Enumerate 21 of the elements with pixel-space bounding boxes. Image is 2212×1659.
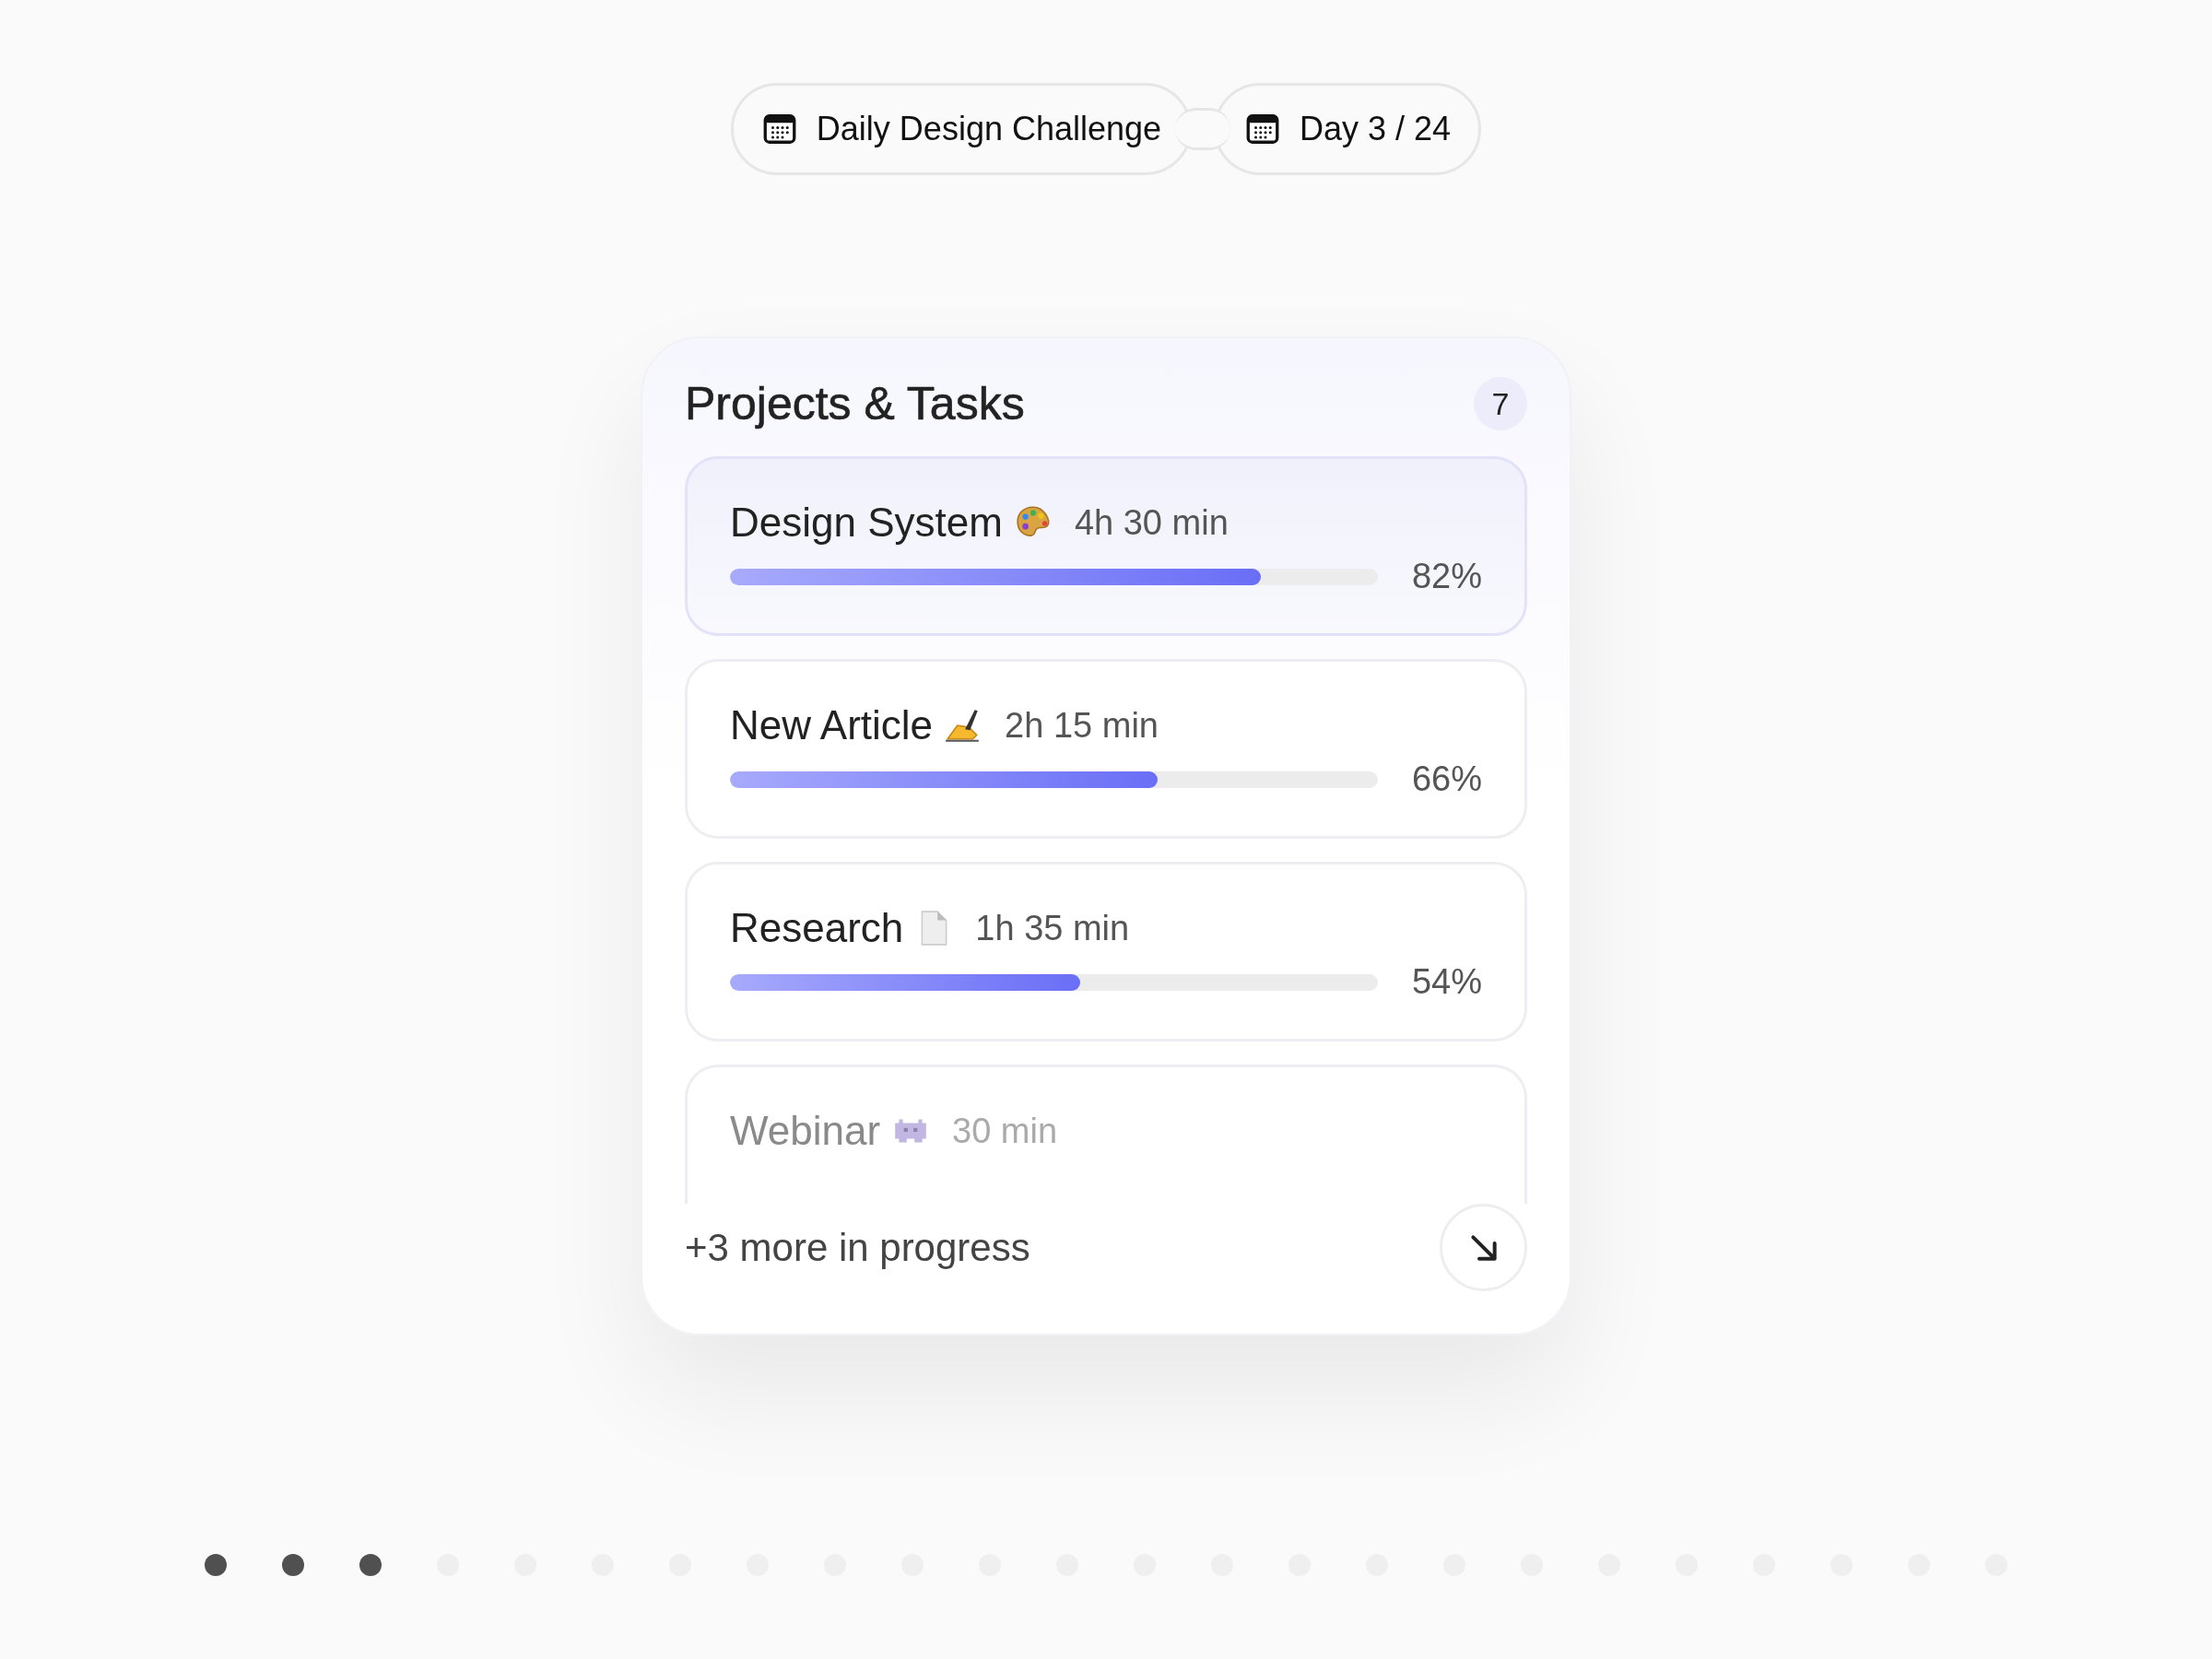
task-duration: 4h 30 min — [1074, 502, 1229, 543]
task-name: New Article — [730, 702, 934, 748]
task-name: Design System — [730, 500, 1003, 546]
day-counter: Day 3 / 24 — [1300, 110, 1452, 148]
calendar-icon — [762, 112, 796, 146]
task-card[interactable]: Research 1h 35 min 54% — [685, 862, 1527, 1041]
more-in-progress-text: +3 more in progress — [685, 1225, 1030, 1270]
count-badge: 7 — [1474, 377, 1527, 430]
progress-percent: 54% — [1411, 962, 1482, 1002]
challenge-title: Daily Design Challenge — [816, 110, 1162, 148]
task-name: Research — [730, 905, 904, 951]
task-name: Webinar — [730, 1108, 881, 1154]
progress-percent: 82% — [1411, 557, 1482, 596]
task-duration: 30 min — [952, 1111, 1058, 1151]
task-card[interactable]: Design System 4h 30 min 82% — [685, 456, 1527, 636]
task-card[interactable]: New Article 2h 15 min 66% — [685, 659, 1527, 839]
card-title: Projects & Tasks — [685, 377, 1025, 430]
task-duration: 2h 15 min — [1005, 705, 1159, 746]
task-duration: 1h 35 min — [975, 908, 1130, 948]
progress-percent: 66% — [1411, 759, 1482, 799]
calendar-icon — [1246, 112, 1280, 146]
